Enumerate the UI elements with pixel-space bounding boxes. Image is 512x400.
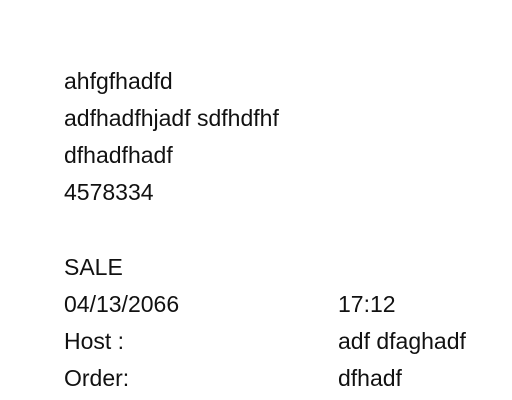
host-label: Host : bbox=[64, 328, 125, 354]
merchant-phone: 4578334 bbox=[64, 179, 154, 205]
merchant-name: ahfgfhadfd bbox=[64, 68, 173, 94]
order-label: Order: bbox=[64, 365, 130, 391]
receipt: ahfgfhadfd adfhadfhjadf sdfhdfhf dfhadfh… bbox=[64, 66, 512, 400]
merchant-city: dfhadfhadf bbox=[64, 142, 173, 168]
order-row: Order: dfhadf bbox=[64, 363, 512, 393]
transaction-time: 17:12 bbox=[338, 291, 396, 317]
transaction-date: 04/13/2066 bbox=[64, 291, 180, 317]
host-value: adf dfaghadf bbox=[338, 328, 466, 354]
merchant-address: adfhadfhjadf sdfhdfhf bbox=[64, 105, 279, 131]
date-time-row: 04/13/2066 17:12 bbox=[64, 289, 512, 319]
host-row: Host : adf dfaghadf bbox=[64, 326, 512, 356]
order-value: dfhadf bbox=[338, 365, 402, 391]
transaction-type: SALE bbox=[64, 254, 123, 280]
